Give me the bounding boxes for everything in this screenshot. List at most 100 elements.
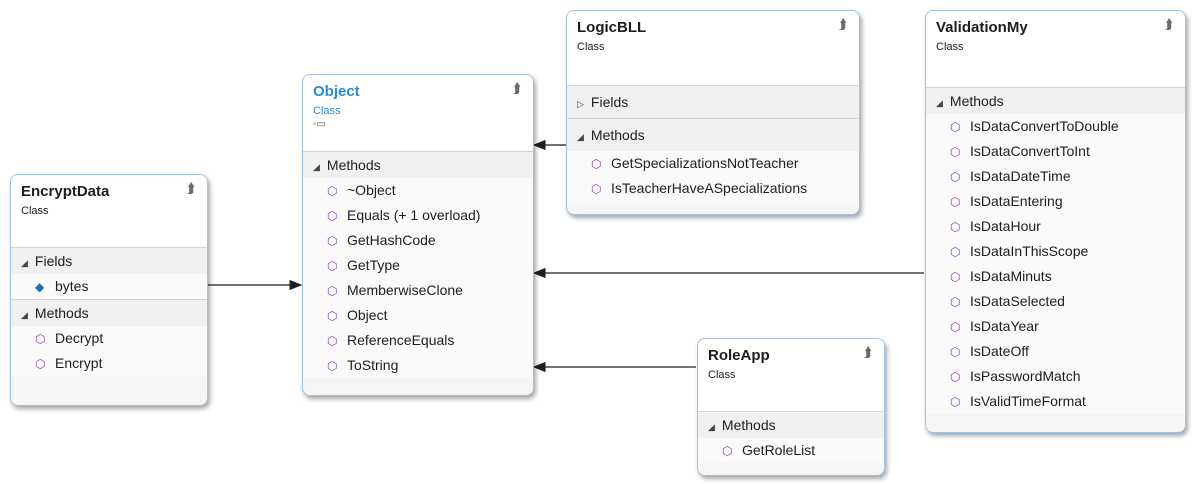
method-item[interactable]: ⬡ IsDataInThisScope xyxy=(926,239,1185,264)
triangle-down-icon: ◢ xyxy=(708,422,715,432)
section-label: Methods xyxy=(590,127,645,143)
method-name: ReferenceEquals xyxy=(347,332,455,348)
method-name: IsDataHour xyxy=(970,218,1041,234)
method-name: ~Object xyxy=(347,182,396,198)
triangle-down-icon: ◢ xyxy=(21,310,28,320)
method-cube-icon: ⬡ xyxy=(327,334,338,348)
method-name: IsTeacherHaveASpecializations xyxy=(611,180,808,196)
method-item[interactable]: ⬡ IsValidTimeFormat xyxy=(926,389,1185,414)
method-item[interactable]: ⬡ ~Object xyxy=(303,178,533,203)
method-cube-icon: ⬡ xyxy=(591,157,602,171)
method-name: ToString xyxy=(347,357,399,373)
method-name: IsDataConvertToDouble xyxy=(970,118,1119,134)
method-cube-icon: ⬡ xyxy=(950,320,961,334)
methods-section-header[interactable]: ◢ Methods xyxy=(926,87,1185,114)
method-cube-icon: ⬡ xyxy=(950,120,961,134)
section-label: Methods xyxy=(721,417,776,433)
double-chevron-up-icon[interactable]: ⮭ xyxy=(839,17,847,31)
method-item[interactable]: ⬡ GetSpecializationsNotTeacher xyxy=(567,151,859,176)
method-item[interactable]: ⬡ GetRoleList xyxy=(698,438,884,463)
triangle-down-icon: ◢ xyxy=(936,98,943,108)
class-box-roleapp[interactable]: RoleApp Class ⮭ ◢ Methods ⬡ GetRoleList xyxy=(697,338,885,476)
method-item[interactable]: ⬡ IsDataHour xyxy=(926,214,1185,239)
method-name: Decrypt xyxy=(55,330,104,346)
class-header: Object Class ◦▭ ⮭ xyxy=(303,75,533,151)
methods-section-header[interactable]: ◢ Methods xyxy=(11,299,207,326)
method-name: Encrypt xyxy=(55,355,103,371)
class-kind: Class xyxy=(708,369,736,381)
class-kind: Class xyxy=(21,205,49,217)
method-name: IsDataMinuts xyxy=(970,268,1052,284)
methods-section-header[interactable]: ◢ Methods xyxy=(698,411,884,438)
method-item[interactable]: ⬡ IsDataEntering xyxy=(926,189,1185,214)
method-item[interactable]: ⬡ Object xyxy=(303,303,533,328)
method-item[interactable]: ⬡ IsDataDateTime xyxy=(926,164,1185,189)
class-header: LogicBLL Class ⮭ xyxy=(567,11,859,85)
private-method-icon: ⬡ xyxy=(591,182,602,196)
class-box-object[interactable]: Object Class ◦▭ ⮭ ◢ Methods ⬡ ~Object ⬡ Equ… xyxy=(302,74,534,396)
triangle-down-icon: ◢ xyxy=(577,132,584,142)
class-header: ValidationMy Class ⮭ xyxy=(926,11,1185,87)
field-name: bytes xyxy=(55,278,89,294)
method-item[interactable]: ⬡ Encrypt xyxy=(11,351,207,376)
method-cube-icon: ⬡ xyxy=(327,309,338,323)
class-kind: Class xyxy=(936,41,964,53)
method-name: Object xyxy=(347,307,388,323)
fields-section-header[interactable]: ▷ Fields xyxy=(567,85,859,118)
class-name: Object xyxy=(313,83,360,100)
class-diagram-canvas: EncryptData Class ⮭ ◢ Fields ◆ bytes ◢ Meth… xyxy=(0,0,1192,484)
method-item[interactable]: ⬡ IsDataMinuts xyxy=(926,264,1185,289)
method-cube-icon: ⬡ xyxy=(35,357,46,371)
method-item[interactable]: ⬡ GetType xyxy=(303,253,533,278)
class-name: ValidationMy xyxy=(936,19,1028,36)
method-item[interactable]: ⬡ ToString xyxy=(303,353,533,378)
triangle-down-icon: ◢ xyxy=(313,162,320,172)
method-name: IsDataConvertToInt xyxy=(970,143,1090,159)
double-chevron-up-icon[interactable]: ⮭ xyxy=(513,81,521,95)
method-cube-icon: ⬡ xyxy=(327,234,338,248)
method-item[interactable]: ⬡ ReferenceEquals xyxy=(303,328,533,353)
class-header: RoleApp Class ⮭ xyxy=(698,339,884,411)
section-label: Methods xyxy=(949,93,1004,109)
section-label: Methods xyxy=(34,305,89,321)
double-chevron-up-icon[interactable]: ⮭ xyxy=(864,345,872,359)
class-box-logicbll[interactable]: LogicBLL Class ⮭ ▷ Fields ◢ Methods ⬡ GetSp… xyxy=(566,10,860,215)
method-cube-icon: ⬡ xyxy=(950,195,961,209)
class-name: EncryptData xyxy=(21,183,110,200)
class-name: LogicBLL xyxy=(577,19,647,36)
double-chevron-up-icon[interactable]: ⮭ xyxy=(1165,17,1173,31)
method-item[interactable]: ⬡ Decrypt xyxy=(11,326,207,351)
field-item[interactable]: ◆ bytes xyxy=(11,274,207,299)
method-item[interactable]: ⬡ Equals (+ 1 overload) xyxy=(303,203,533,228)
method-item[interactable]: ⬡ GetHashCode xyxy=(303,228,533,253)
method-cube-icon: ⬡ xyxy=(950,145,961,159)
method-name: IsDataEntering xyxy=(970,193,1063,209)
protected-method-icon: ⬡ xyxy=(327,184,338,198)
method-cube-icon: ⬡ xyxy=(35,332,46,346)
fields-section-header[interactable]: ◢ Fields xyxy=(11,247,207,274)
methods-section-header[interactable]: ◢ Methods xyxy=(567,118,859,151)
lollipop-icon: ◦▭ xyxy=(313,119,326,130)
class-box-encryptdata[interactable]: EncryptData Class ⮭ ◢ Fields ◆ bytes ◢ Meth… xyxy=(10,174,208,406)
section-label: Fields xyxy=(34,253,73,269)
method-cube-icon: ⬡ xyxy=(327,209,338,223)
method-item[interactable]: ⬡ IsPasswordMatch xyxy=(926,364,1185,389)
method-item[interactable]: ⬡ IsDataConvertToInt xyxy=(926,139,1185,164)
double-chevron-up-icon[interactable]: ⮭ xyxy=(187,181,195,195)
class-box-validationmy[interactable]: ValidationMy Class ⮭ ◢ Methods ⬡ IsDataCon… xyxy=(925,10,1186,433)
method-cube-icon: ⬡ xyxy=(950,370,961,384)
methods-section-header[interactable]: ◢ Methods xyxy=(303,151,533,178)
method-name: GetSpecializationsNotTeacher xyxy=(611,155,799,171)
method-item[interactable]: ⬡ IsDataSelected xyxy=(926,289,1185,314)
method-item[interactable]: ⬡ IsDateOff xyxy=(926,339,1185,364)
method-item[interactable]: ⬡ IsDataConvertToDouble xyxy=(926,114,1185,139)
method-cube-icon: ⬡ xyxy=(327,259,338,273)
method-name: IsDataYear xyxy=(970,318,1039,334)
method-name: IsValidTimeFormat xyxy=(970,393,1086,409)
method-item[interactable]: ⬡ IsDataYear xyxy=(926,314,1185,339)
method-item[interactable]: ⬡ IsTeacherHaveASpecializations xyxy=(567,176,859,201)
method-cube-icon: ⬡ xyxy=(950,270,961,284)
method-name: GetRoleList xyxy=(742,442,816,458)
method-item[interactable]: ⬡ MemberwiseClone xyxy=(303,278,533,303)
method-cube-icon: ⬡ xyxy=(950,220,961,234)
